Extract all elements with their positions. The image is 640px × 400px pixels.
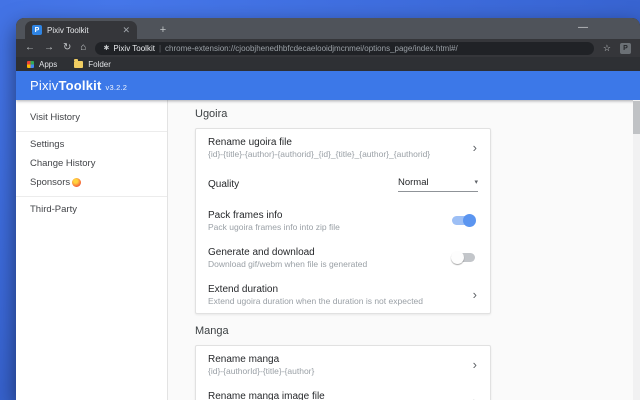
setting-text: Rename manga image file{id}-{authorId}-{… (208, 390, 473, 400)
setting-row-rename-manga[interactable]: Rename manga {id}-{authorId}-{title}-{aut… (196, 346, 490, 383)
bookmark-star-icon: ☆ (602, 42, 611, 53)
app-header: PixivToolkit v3.2.2 (16, 71, 640, 100)
new-tab-button[interactable]: + (154, 21, 172, 39)
setting-title: Rename manga (208, 353, 280, 365)
setting-text: Extend duration Extend ugoira duration wh… (208, 283, 473, 307)
pack-frames-info-toggle[interactable] (452, 214, 476, 227)
browser-toolbar: ← → ↻ ⌂ ✱ Pixiv Toolkit | chrome-extensi… (16, 39, 640, 57)
page-body: Visit History Settings Change History Spons… (16, 100, 640, 400)
sidebar-item-change-history[interactable]: Change History (16, 154, 167, 173)
setting-title: Generate and download (208, 246, 315, 258)
folder-icon (74, 58, 84, 68)
sidebar-group: Settings Change History Sponsors😍 (16, 132, 167, 197)
settings-card-manga: Rename manga {id}-{authorId}-{title}-{aut… (195, 345, 491, 400)
settings-card-ugoira: Rename ugoira file {id}-{title}-{author}-… (195, 128, 491, 314)
sidebar-item-label: Change History (30, 158, 96, 169)
address-separator: | (158, 43, 162, 53)
chevron-right-icon: › (473, 395, 477, 400)
setting-row-rename-ugoira-file[interactable]: Rename ugoira file {id}-{title}-{author}-… (196, 129, 490, 166)
sidebar-group: Third-Party (16, 197, 167, 223)
setting-subtitle: {id}-{authorId}-{title}-{author} (208, 365, 315, 376)
bookmarks-bar: Apps Folder (16, 57, 640, 71)
bookmark-folder[interactable]: Folder (74, 58, 111, 69)
forward-button[interactable]: → (44, 43, 54, 53)
toggle-knob (451, 251, 464, 264)
sidebar-item-label: Settings (30, 139, 65, 150)
back-button[interactable]: ← (25, 43, 35, 53)
tab-favicon-icon: P (32, 25, 42, 35)
setting-title: Extend duration (208, 283, 279, 295)
address-bar[interactable]: ✱ Pixiv Toolkit | chrome-extension://cjo… (95, 41, 594, 55)
setting-subtitle: {id}-{title}-{author}-{authorid}_{id}_{t… (208, 148, 431, 159)
reload-button[interactable]: ↻ (63, 43, 71, 53)
scrollbar[interactable] (633, 100, 640, 400)
tab-title: Pixiv Toolkit (47, 25, 89, 35)
home-icon: ⌂ (80, 42, 87, 53)
setting-row-generate-and-download[interactable]: Generate and download Download gif/webm w… (196, 239, 490, 276)
setting-row-rename-manga-image-file[interactable]: Rename manga image file{id}-{authorId}-{… (196, 383, 490, 400)
dropdown-caret-icon: ▾ (474, 178, 478, 186)
quality-select[interactable]: Normal ▾ (398, 177, 478, 192)
select-value: Normal (398, 176, 429, 188)
sidebar: Visit History Settings Change History Spons… (16, 100, 168, 400)
chevron-right-icon: › (472, 287, 477, 302)
forward-arrow-icon: → (44, 42, 54, 53)
tab-strip: P Pixiv Toolkit ✕ + — (16, 18, 640, 39)
address-extension-name: Pixiv Toolkit (113, 43, 155, 53)
sidebar-item-label: Sponsors (30, 177, 71, 188)
setting-row-extend-duration[interactable]: Extend duration Extend ugoira duration wh… (196, 276, 490, 313)
setting-text: Quality (208, 178, 398, 191)
setting-row-pack-frames-info[interactable]: Pack frames info Pack ugoira frames info … (196, 202, 490, 239)
setting-subtitle: Extend ugoira duration when the duration… (208, 295, 424, 306)
chevron-right-icon: › (472, 140, 477, 155)
setting-title: Rename ugoira file (208, 136, 292, 148)
bookmark-label: Folder (88, 59, 111, 69)
tab-close-icon[interactable]: ✕ (122, 25, 130, 35)
scrollbar-thumb[interactable] (633, 101, 640, 134)
pixiv-toolkit-extension-icon[interactable]: P (620, 42, 631, 54)
chevron-right-icon: › (472, 357, 477, 372)
setting-title: Quality (208, 178, 240, 190)
main-content: Ugoira Rename ugoira file {id}-{title}-{au… (168, 100, 640, 400)
bookmark-label: Apps (39, 59, 58, 69)
sidebar-item-third-party[interactable]: Third-Party (16, 200, 167, 219)
setting-title: Rename manga image file (208, 390, 325, 400)
sidebar-item-settings[interactable]: Settings (16, 135, 167, 154)
options-page: PixivToolkit v3.2.2 Visit History Settings… (16, 71, 640, 400)
back-arrow-icon: ← (25, 42, 35, 53)
address-url: chrome-extension://cjoobjhenedhbfcdecael… (165, 43, 458, 53)
apps-grid-icon (27, 60, 34, 68)
bookmark-button[interactable]: ☆ (602, 42, 611, 53)
extension-page-icon: ✱ (103, 44, 110, 52)
reload-icon: ↻ (63, 42, 72, 53)
heart-eyes-emoji-icon: 😍 (72, 178, 82, 187)
brand-bold: Toolkit (58, 78, 102, 93)
setting-text: Rename ugoira file {id}-{title}-{author}-… (208, 136, 473, 160)
home-button[interactable]: ⌂ (80, 43, 86, 53)
setting-title: Pack frames info (208, 209, 283, 221)
sidebar-item-label: Third-Party (30, 204, 77, 215)
setting-text: Pack frames info Pack ugoira frames info … (208, 209, 452, 233)
setting-subtitle: Download gif/webm when file is generated (208, 258, 368, 269)
generate-and-download-toggle[interactable] (451, 251, 475, 264)
window-minimize-button[interactable]: — (572, 18, 594, 37)
browser-tab[interactable]: P Pixiv Toolkit ✕ (25, 21, 137, 39)
sidebar-item-label: Visit History (30, 112, 80, 123)
setting-row-quality[interactable]: Quality Normal ▾ (196, 166, 490, 202)
section-title-ugoira: Ugoira (195, 108, 228, 120)
bookmark-apps[interactable]: Apps (27, 60, 57, 69)
browser-window: P Pixiv Toolkit ✕ + — ← → ↻ ⌂ ✱ Pixiv To… (16, 18, 640, 400)
version-label: v3.2.2 (105, 83, 128, 92)
setting-text: Generate and download Download gif/webm w… (208, 246, 452, 270)
setting-text: Rename manga {id}-{authorId}-{title}-{aut… (208, 353, 473, 377)
toggle-knob (463, 214, 476, 227)
sidebar-item-sponsors[interactable]: Sponsors😍 (16, 173, 167, 192)
sidebar-item-visit-history[interactable]: Visit History (16, 108, 167, 127)
sidebar-group: Visit History (16, 105, 167, 132)
section-title-manga: Manga (195, 325, 229, 337)
setting-subtitle: Pack ugoira frames info into zip file (208, 221, 340, 232)
app-brand: PixivToolkit v3.2.2 (30, 78, 127, 93)
brand-regular: Pixiv (30, 78, 59, 93)
